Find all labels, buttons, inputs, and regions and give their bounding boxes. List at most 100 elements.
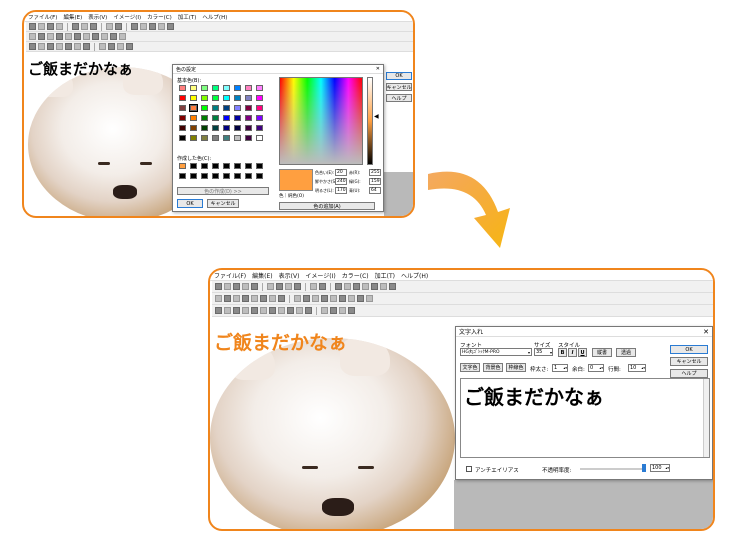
redo-icon[interactable] [115,23,122,30]
menu-process[interactable]: 加工(T) [375,271,395,280]
custom-color-swatch[interactable] [190,163,197,169]
basic-color-swatch[interactable] [223,115,230,121]
rotate-icon[interactable] [29,33,36,40]
basic-color-swatch[interactable] [234,135,241,141]
negative-icon[interactable] [233,307,240,314]
menu-image[interactable]: イメージ(I) [305,271,335,280]
scrollbar[interactable] [703,379,709,457]
preview-icon[interactable] [251,283,258,290]
text-cancel-button[interactable]: キャンセル [670,357,708,366]
swap-icon[interactable] [242,295,249,302]
size-select[interactable]: 35 ▾ [534,348,553,356]
basic-color-swatch[interactable] [245,85,252,91]
brightness-icon[interactable] [294,295,301,302]
zoom-icon[interactable] [278,295,285,302]
mirror-icon[interactable] [47,33,54,40]
basic-color-swatch[interactable] [245,95,252,101]
fill-icon[interactable] [278,307,285,314]
basic-color-swatch[interactable] [234,95,241,101]
basic-color-swatch[interactable] [190,135,197,141]
flip-icon[interactable] [224,295,231,302]
spinner-icon[interactable]: ▴▾ [563,366,567,370]
open-icon[interactable] [224,283,231,290]
basic-color-swatch[interactable] [201,115,208,121]
custom-color-swatch[interactable] [234,163,241,169]
zoom-icon[interactable] [99,43,106,50]
define-custom-button[interactable]: 色の作成(D) >> [177,187,269,195]
chevron-down-icon[interactable]: ▾ [550,350,552,355]
color-field-input[interactable]: 255 [369,169,381,176]
basic-color-swatch[interactable] [179,135,186,141]
frame-icon[interactable] [348,295,355,302]
emboss-icon[interactable] [56,43,63,50]
enlarge-icon[interactable] [260,295,267,302]
posterize-icon[interactable] [251,307,258,314]
shadow-icon[interactable] [357,295,364,302]
paste-icon[interactable] [276,283,283,290]
emboss-icon[interactable] [242,307,249,314]
basic-color-swatch[interactable] [179,85,186,91]
text-ok-button[interactable]: OK [670,345,708,354]
shadow-icon[interactable] [119,33,126,40]
basic-color-swatch[interactable] [190,125,197,131]
resize-icon[interactable] [362,283,369,290]
border-width-input[interactable]: 1 ▴▾ [552,364,568,372]
basic-color-swatch[interactable] [201,135,208,141]
print-icon[interactable] [56,23,63,30]
custom-color-swatch[interactable] [245,163,252,169]
basic-color-swatch[interactable] [212,125,219,131]
basic-color-swatch[interactable] [234,85,241,91]
shrink-icon[interactable] [251,295,258,302]
negative-icon[interactable] [47,43,54,50]
basic-color-swatch[interactable] [179,95,186,101]
eyedropper-icon[interactable] [348,307,355,314]
select-icon[interactable] [335,283,342,290]
custom-color-swatch[interactable] [179,163,186,169]
add-custom-button[interactable]: 色の追加(A) [279,202,375,210]
save-icon[interactable] [47,23,54,30]
text-help-button[interactable]: ヘルプ [670,369,708,378]
basic-color-swatch[interactable] [245,115,252,121]
custom-color-swatch[interactable] [256,173,263,179]
custom-color-swatch[interactable] [245,173,252,179]
spinner-icon[interactable]: ▴▾ [665,466,669,470]
close-icon[interactable]: ✕ [703,328,709,336]
bold-button[interactable]: B [558,348,567,357]
menu-process[interactable]: 加工(T) [178,13,197,21]
flip-icon[interactable] [38,33,45,40]
rotate-icon[interactable] [215,295,222,302]
grayscale-icon[interactable] [29,43,36,50]
open-icon[interactable] [38,23,45,30]
brightness-icon[interactable] [56,33,63,40]
menu-image[interactable]: イメージ(I) [113,13,141,21]
basic-color-swatch[interactable] [212,95,219,101]
grayscale-icon[interactable] [215,307,222,314]
spinner-icon[interactable]: ▴▾ [641,366,645,370]
basic-color-swatch[interactable] [201,85,208,91]
clipboard-icon[interactable] [294,283,301,290]
copy-icon[interactable] [72,23,79,30]
mosaic-icon[interactable] [339,295,346,302]
dropper-icon[interactable] [305,307,312,314]
line-icon[interactable] [269,307,276,314]
sharpen-icon[interactable] [83,33,90,40]
undo-icon[interactable] [106,23,113,30]
grid-icon[interactable] [366,295,373,302]
basic-color-swatch[interactable] [212,135,219,141]
zoom-out-icon[interactable] [339,307,346,314]
blur-icon[interactable] [92,33,99,40]
redo-icon[interactable] [319,283,326,290]
custom-color-swatch[interactable] [201,173,208,179]
basic-color-swatch[interactable] [223,105,230,111]
basic-color-swatch[interactable] [212,115,219,121]
hue-icon[interactable] [312,295,319,302]
spinner-icon[interactable]: ▴▾ [599,366,603,370]
layers-icon[interactable] [389,283,396,290]
text-icon[interactable] [344,283,351,290]
basic-color-swatch[interactable] [201,95,208,101]
transparent-button[interactable]: 透過 [616,348,636,357]
eyedropper-icon[interactable] [126,43,133,50]
custom-color-swatch[interactable] [179,173,186,179]
font-select[interactable]: HG丸ｺﾞｼｯｸM-PRO ▾ [460,348,532,356]
basic-color-swatch[interactable] [256,105,263,111]
